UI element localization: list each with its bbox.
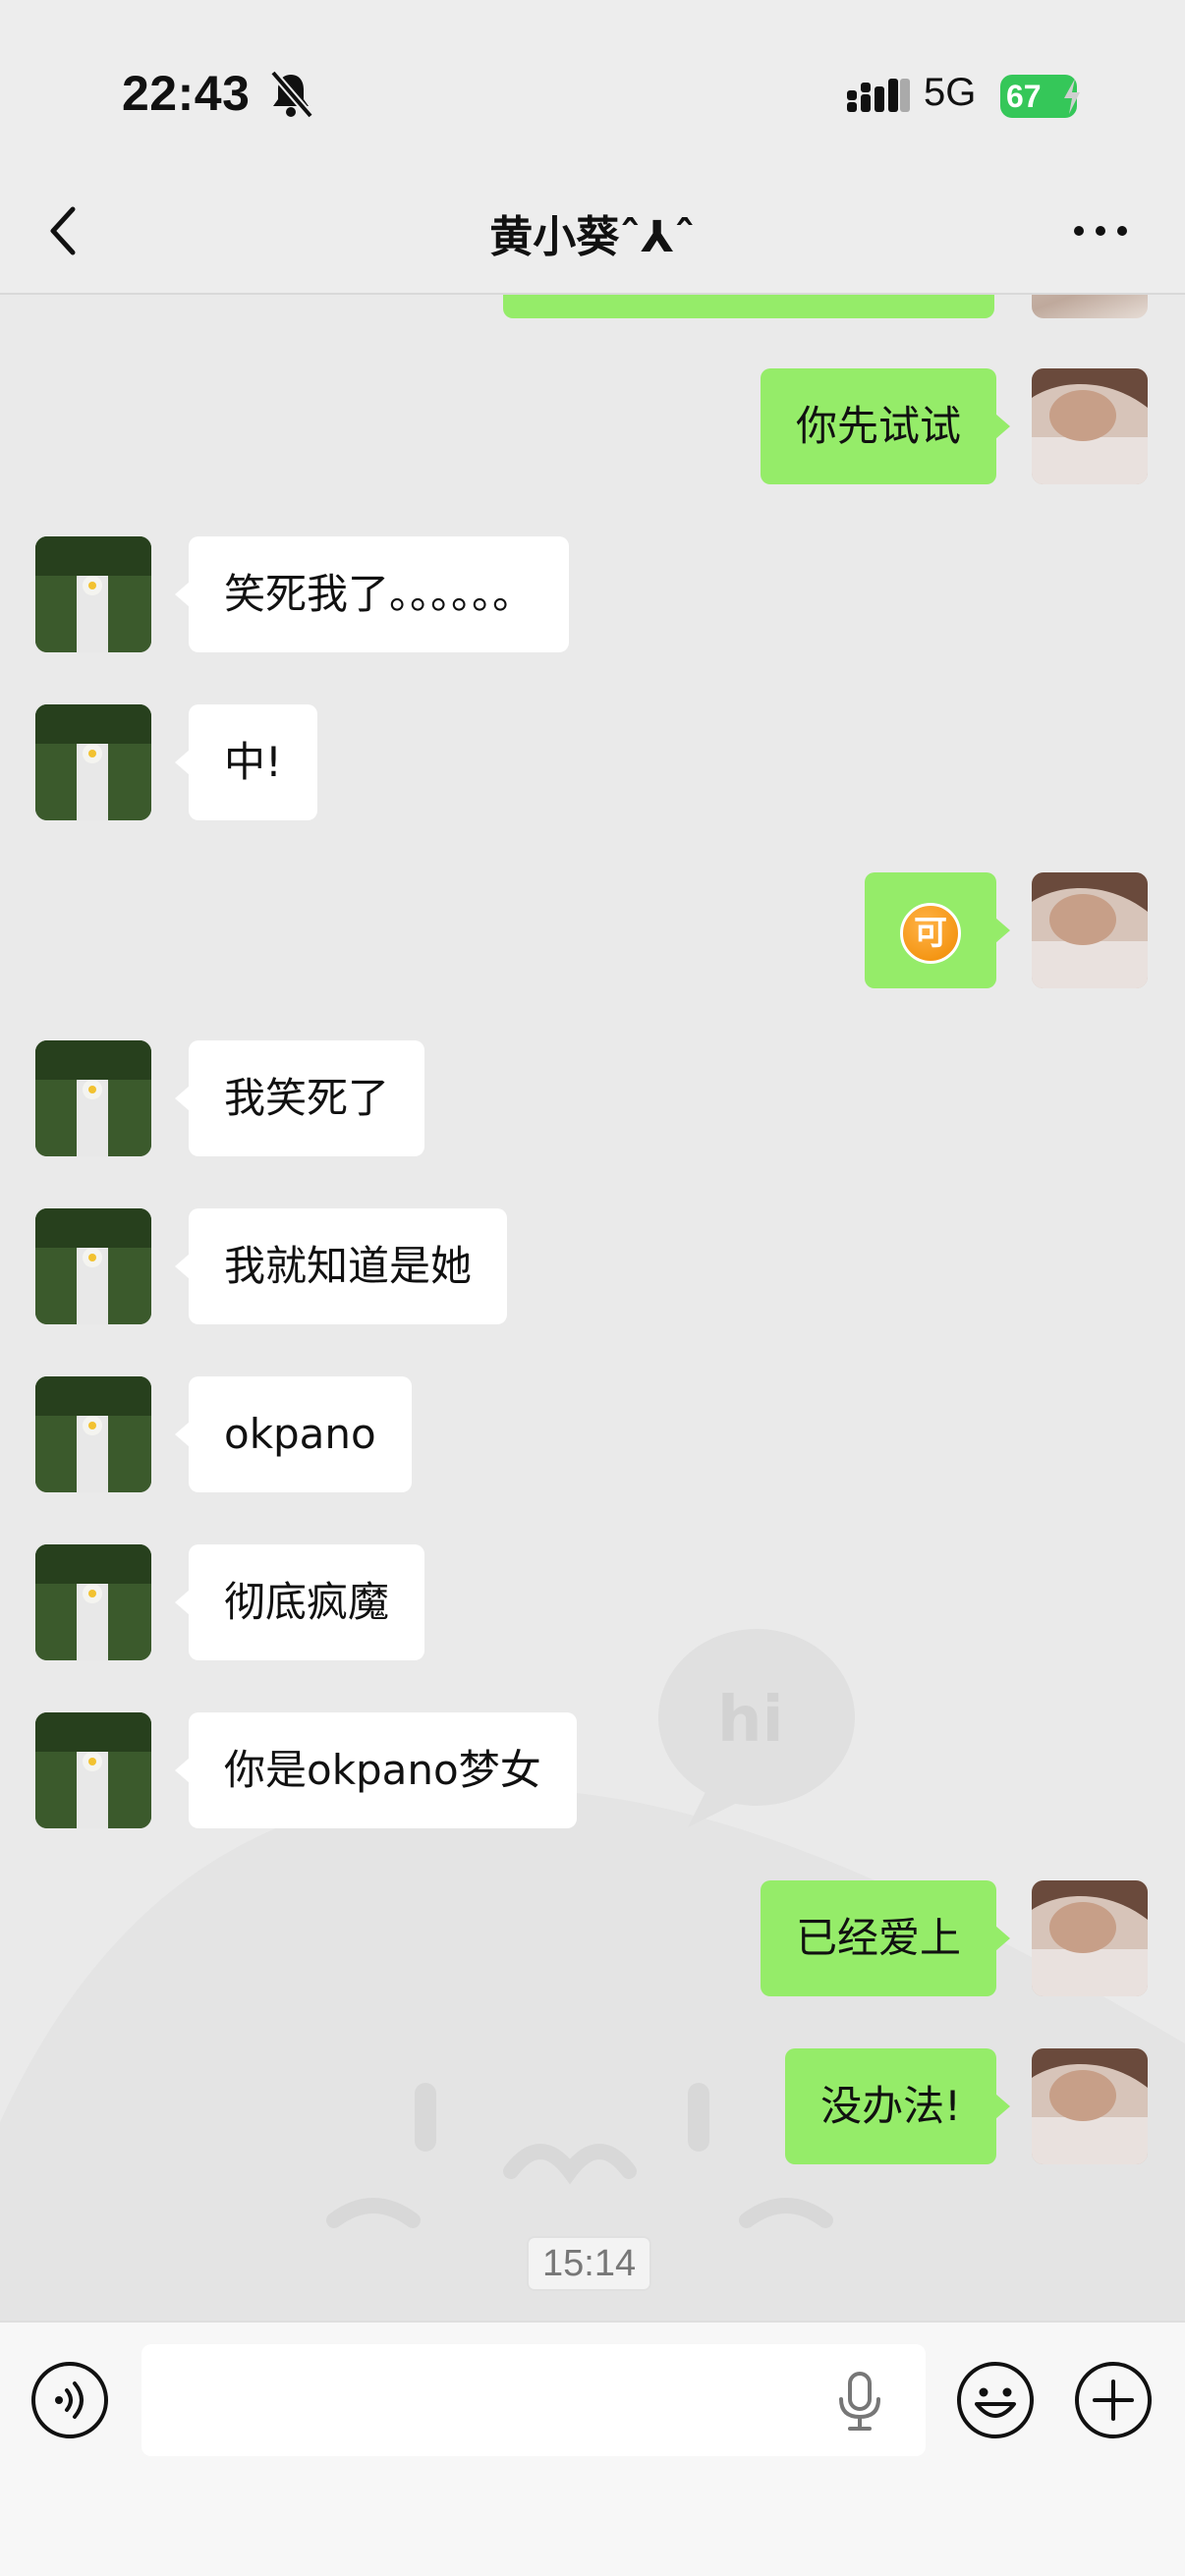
message-row: 没办法! (0, 2048, 1185, 2166)
voice-icon[interactable] (29, 2360, 110, 2440)
message-bubble-sent[interactable]: 你先试试 (760, 368, 1011, 484)
message-bubble-partial[interactable] (503, 295, 994, 318)
message-row: 已经爱上 (0, 1880, 1185, 1998)
message-bubble-received[interactable]: 我笑死了 (174, 1040, 425, 1156)
charging-bolt-icon (1064, 79, 1080, 114)
message-row: 你先试试 (0, 368, 1185, 486)
avatar-contact[interactable] (35, 536, 151, 652)
time-divider: 15:14 (527, 2236, 652, 2291)
message-bubble-sent[interactable]: 可 (865, 872, 1010, 988)
message-row: 可 (0, 872, 1185, 990)
message-bubble-sent[interactable]: 已经爱上 (760, 1880, 1011, 1996)
message-bubble-received[interactable]: 彻底疯魔 (174, 1544, 425, 1660)
message-input[interactable] (141, 2344, 926, 2456)
avatar-contact[interactable] (35, 1208, 151, 1324)
ke-emoji-icon: 可 (900, 902, 961, 964)
avatar-self[interactable] (1032, 368, 1148, 484)
message-bubble-received[interactable]: 笑死我了。。。。。。 (174, 536, 570, 652)
plus-icon[interactable] (1073, 2360, 1154, 2440)
avatar-self[interactable] (1032, 1880, 1148, 1996)
message-row: 笑死我了。。。。。。 (0, 536, 1185, 654)
message-bubble-received[interactable]: 你是okpano梦女 (175, 1712, 577, 1828)
message-row: 我笑死了 (0, 1040, 1185, 1158)
chat-area[interactable]: hi 你先试试 笑死我了。。。。。。 中! 可 我笑死了 我就知道是她 okpa… (0, 295, 1185, 2321)
message-row: 彻底疯魔 (0, 1544, 1185, 1662)
network-label: 5G (924, 71, 977, 114)
message-row: 我就知道是她 (0, 1208, 1185, 1326)
avatar-contact[interactable] (35, 1040, 151, 1156)
avatar-self[interactable] (1032, 295, 1148, 318)
status-bar: 22:43 5G 67 (0, 0, 1185, 172)
status-time: 22:43 (122, 66, 251, 121)
avatar-self[interactable] (1032, 2048, 1148, 2164)
input-bar (0, 2321, 1185, 2576)
bell-muted-icon (269, 70, 314, 119)
message-bubble-received[interactable]: okpano (175, 1376, 412, 1492)
more-icon[interactable] (1071, 221, 1130, 241)
avatar-self[interactable] (1032, 872, 1148, 988)
message-bubble-sent[interactable]: 没办法! (785, 2048, 1010, 2164)
avatar-contact[interactable] (35, 704, 151, 820)
signal-icon (847, 79, 910, 112)
message-row: 中! (0, 704, 1185, 822)
mic-icon[interactable] (835, 2372, 884, 2433)
avatar-contact[interactable] (35, 1712, 151, 1828)
message-row: okpano (0, 1376, 1185, 1494)
avatar-contact[interactable] (35, 1376, 151, 1492)
battery-level: 67 (1006, 79, 1042, 114)
nav-bar: 黄小葵ˆ⅄ˆ (0, 172, 1185, 295)
message-row: 你是okpano梦女 (0, 1712, 1185, 1830)
avatar-contact[interactable] (35, 1544, 151, 1660)
message-bubble-received[interactable]: 我就知道是她 (174, 1208, 508, 1324)
chat-title: 黄小葵ˆ⅄ˆ (489, 212, 696, 262)
emoji-icon[interactable] (955, 2360, 1036, 2440)
message-bubble-received[interactable]: 中! (175, 704, 317, 820)
